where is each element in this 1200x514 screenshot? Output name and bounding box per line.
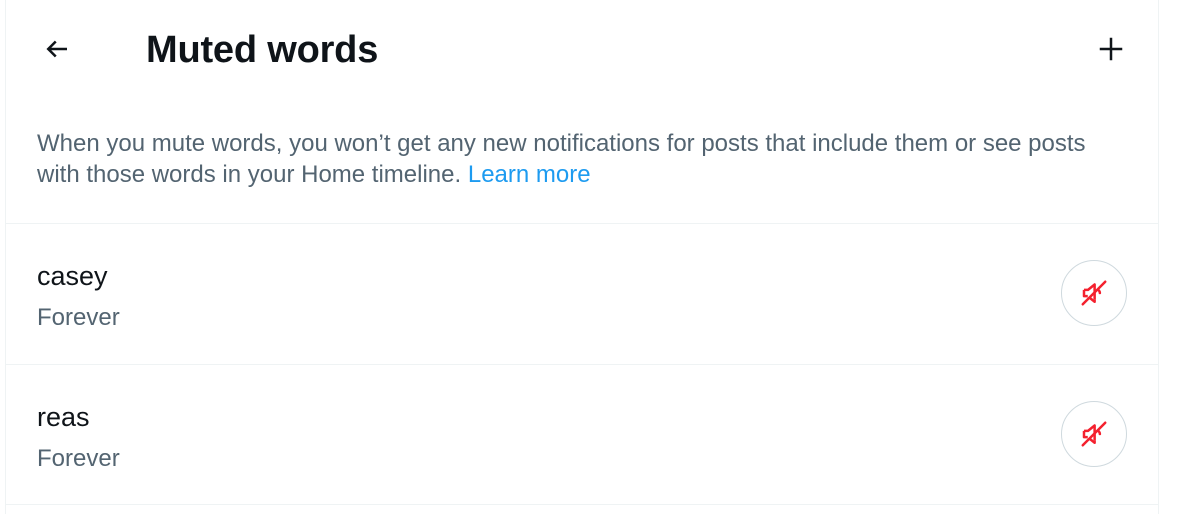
speaker-muted-icon <box>1081 421 1107 447</box>
muted-word: casey <box>37 261 108 291</box>
muted-words-panel: Muted words When you mute words, you won… <box>5 0 1159 514</box>
unmute-button[interactable] <box>1061 401 1127 467</box>
muted-words-description: When you mute words, you won’t get any n… <box>37 128 1127 190</box>
page-header: Muted words <box>6 0 1158 98</box>
learn-more-link[interactable]: Learn more <box>468 161 591 188</box>
speaker-muted-icon <box>1081 280 1107 306</box>
add-muted-word-button[interactable] <box>1086 24 1136 74</box>
arrow-left-icon <box>46 40 67 58</box>
back-button[interactable] <box>32 24 82 74</box>
mute-duration: Forever <box>37 304 120 331</box>
muted-word-row: casey Forever <box>6 224 1158 364</box>
muted-word: reas <box>37 402 90 432</box>
unmute-button[interactable] <box>1061 260 1127 326</box>
muted-word-row: reas Forever <box>6 365 1158 505</box>
page-title: Muted words <box>146 29 379 71</box>
divider <box>6 504 1158 505</box>
mute-duration: Forever <box>37 445 120 472</box>
plus-icon <box>1099 37 1123 61</box>
